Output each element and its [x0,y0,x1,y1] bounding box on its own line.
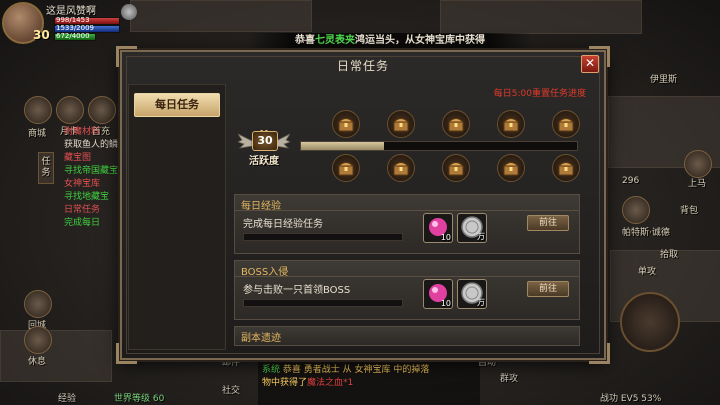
system-announcement: 恭喜七灵表夹鸿运当头，从女神宝库中获得 [248,33,532,49]
daily-tasks-dialog: 日常任务 ✕ 每日任务 每日5:00重置任务进度 30 活跃度 每日经验 完成每… [116,46,610,364]
hp-text: 998/1453 [56,16,90,24]
mount-label: 上马 [688,179,707,189]
task-title: 副本遗迹 [241,333,281,344]
chest-reward-icon[interactable] [332,110,360,138]
quest-item[interactable]: 附魔材料 [64,126,126,139]
chat-item: 魔法之血*1 [307,378,354,388]
chat-prefix: 系统 [262,365,281,375]
quest-item[interactable]: 寻找地藏宝 [64,191,126,204]
quest-item[interactable]: 日常任务 [64,204,126,217]
task-card: 每日经验 完成每日经验任务 10 万 前往 [234,194,580,254]
quest-item[interactable]: 藏宝图 [64,152,126,165]
announcement-prefix: 恭喜 [295,35,315,46]
partner-label: 帕特斯·诚德 [622,228,670,238]
reward-slot[interactable]: 万 [457,279,487,309]
chat-text: 恭喜 勇者战士 从 女神宝库 中的掉落 [282,365,430,375]
reward-qty: 万 [477,232,485,241]
mp-text: 1533/2009 [56,24,94,32]
group-attack-label[interactable]: 群攻 [500,371,518,384]
rest-icon[interactable] [24,326,52,354]
chat-text: 物中获得了 [262,378,308,388]
single-attack-label: 单攻 [638,267,657,277]
chest-reward-icon[interactable] [497,154,525,182]
world-level: 世界等级 60 [114,394,165,404]
exp-label: 经验 [58,394,77,404]
quest-tracker[interactable]: 附魔材料 获取鱼人的鳞 藏宝图 寻找帝国藏宝 女神宝库 寻找地藏宝 日常任务 完… [64,126,126,230]
chest-reward-icon[interactable] [387,110,415,138]
bag-label: 背包 [680,206,699,216]
reward-slot[interactable]: 10 [423,279,453,309]
chest-reward-icon[interactable] [442,110,470,138]
chest-reward-icon[interactable] [552,110,580,138]
chat-line: 系统 恭喜 勇者战士 从 女神宝库 中的掉落 [258,364,480,377]
xp-text: 672/4000 [56,32,90,40]
chest-reward-icon[interactable] [442,154,470,182]
task-description: 完成每日经验任务 [243,219,323,230]
reward-qty: 10 [440,299,451,308]
month-card-icon[interactable] [56,96,84,124]
tab-daily-tasks[interactable]: 每日任务 [134,93,220,117]
dialog-corner-ornament [589,343,610,364]
goto-button[interactable]: 前往 [527,215,569,231]
reset-note: 每日5:00重置任务进度 [493,89,586,99]
rest-label: 休息 [27,357,46,367]
task-divider [235,276,579,277]
goto-button[interactable]: 前往 [527,281,569,297]
task-progress-bar [243,299,403,307]
quest-item[interactable]: 女神宝库 [64,178,126,191]
dialog-title: 日常任务 [336,59,389,73]
return-city-wrap: 回城 [24,290,52,331]
player-level: 30 [33,28,50,42]
chest-reward-icon[interactable] [387,154,415,182]
first-recharge-icon[interactable] [88,96,116,124]
close-button[interactable]: ✕ [581,55,599,73]
chat-line: 物中获得了魔法之血*1 [258,377,480,390]
reward-slot[interactable]: 10 [423,213,453,243]
bag-icon[interactable] [622,196,650,224]
reward-qty: 万 [477,298,485,307]
quest-item[interactable]: 寻找帝国藏宝 [64,165,126,178]
coords-text: 296 [622,176,640,186]
chest-reward-icon[interactable] [497,110,525,138]
chest-reward-icon[interactable] [552,154,580,182]
dialog-content: 每日5:00重置任务进度 30 活跃度 每日经验 完成每日经验任务 10 万 前… [228,84,592,348]
task-divider [235,210,579,211]
location-name: 伊里斯 [650,75,678,85]
quest-item[interactable]: 完成每日 [64,217,126,230]
player-name: 这是风赞啊 [46,6,96,17]
reward-qty: 10 [440,233,451,242]
chest-reward-icon[interactable] [332,154,360,182]
task-progress-bar [243,233,403,241]
skill-attack-button[interactable] [620,292,680,352]
mount-icon[interactable] [684,150,712,178]
task-card: 副本遗迹 [234,326,580,346]
rest-wrap: 休息 [24,326,52,367]
activity-progress-fill [301,142,384,150]
reward-slot[interactable]: 万 [457,213,487,243]
task-description: 参与击败一只首领BOSS [243,285,351,296]
coin-icon[interactable] [121,4,137,20]
return-city-icon[interactable] [24,290,52,318]
announcement-suffix: 鸿运当头，从女神宝库中获得 [355,35,485,46]
shop-label: 商城 [27,129,46,139]
activity-badge: 30 活跃度 [238,122,290,176]
task-card: BOSS入侵 参与击败一只首领BOSS 10 万 前往 [234,260,580,320]
quest-item[interactable]: 获取鱼人的鳞 [64,139,126,152]
pickup-label: 拾取 [660,250,679,260]
activity-value: 30 [252,131,278,151]
task-side-tab[interactable]: 任务 [38,152,54,184]
activity-progress-track [300,141,578,151]
combat-power: 战功 EV5 53% [600,394,662,404]
left-menu: 商城 [24,96,58,139]
social-label[interactable]: 社交 [222,383,240,396]
shop-icon[interactable] [24,96,52,124]
dialog-sidebar: 每日任务 [128,84,226,350]
activity-label: 活跃度 [249,156,279,167]
announcement-highlight: 七灵表夹 [315,35,355,46]
